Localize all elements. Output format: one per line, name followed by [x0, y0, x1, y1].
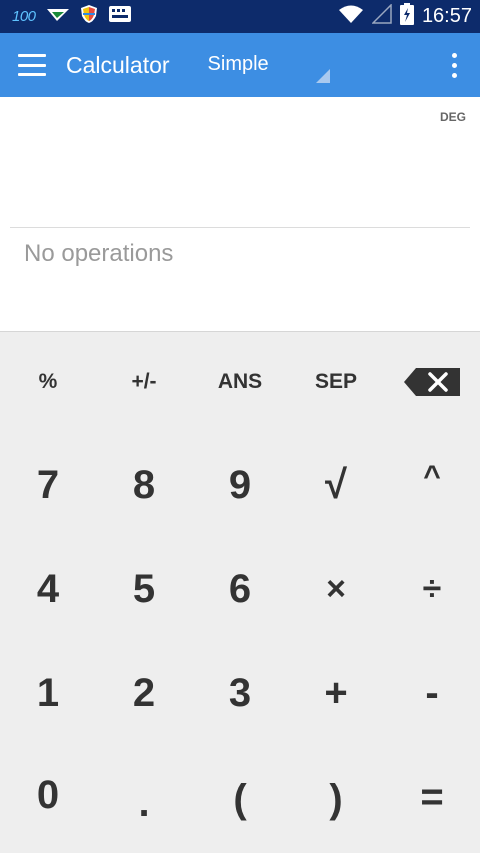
- app-bar: Calculator Simple: [0, 33, 480, 97]
- digit-1-key[interactable]: 1: [0, 658, 96, 728]
- angle-mode-indicator[interactable]: DEG: [440, 110, 466, 124]
- plus-key[interactable]: +: [288, 658, 384, 728]
- digit-4-key[interactable]: 4: [0, 554, 96, 624]
- plus-minus-key[interactable]: +/-: [96, 352, 192, 412]
- history-text: No operations: [24, 240, 174, 267]
- mode-dropdown[interactable]: Simple: [206, 43, 330, 87]
- signal-icon: [371, 3, 392, 29]
- multiply-key[interactable]: ×: [288, 554, 384, 624]
- wifi-icon: [338, 4, 364, 29]
- calculator-display: DEG No operations: [0, 97, 480, 332]
- ans-key[interactable]: ANS: [192, 352, 288, 412]
- decimal-point-key[interactable]: .: [96, 768, 192, 838]
- backspace-key[interactable]: [384, 352, 480, 412]
- status-time: 16:57: [421, 5, 472, 27]
- notification-count: 100: [12, 8, 36, 25]
- sep-key[interactable]: SEP: [288, 352, 384, 412]
- minus-key[interactable]: -: [384, 658, 480, 728]
- send-icon: [46, 6, 70, 27]
- percent-key[interactable]: %: [0, 352, 96, 412]
- mode-label: Simple: [207, 53, 269, 75]
- close-paren-key[interactable]: ): [288, 764, 384, 834]
- digit-6-key[interactable]: 6: [192, 554, 288, 624]
- backspace-icon: [404, 368, 460, 396]
- digit-9-key[interactable]: 9: [192, 450, 288, 520]
- divide-key[interactable]: ÷: [384, 554, 480, 624]
- digit-2-key[interactable]: 2: [96, 658, 192, 728]
- digit-5-key[interactable]: 5: [96, 554, 192, 624]
- power-key[interactable]: ^: [384, 442, 480, 512]
- digit-3-key[interactable]: 3: [192, 658, 288, 728]
- open-paren-key[interactable]: (: [192, 764, 288, 834]
- menu-icon[interactable]: [18, 54, 46, 76]
- equals-key[interactable]: =: [384, 762, 480, 832]
- keyboard-icon: [108, 5, 132, 28]
- display-divider: [10, 227, 470, 228]
- status-bar: 100 16:57: [0, 0, 480, 33]
- app-title: Calculator: [66, 51, 170, 78]
- digit-7-key[interactable]: 7: [0, 450, 96, 520]
- shield-icon: [80, 4, 98, 29]
- dropdown-triangle-icon: [315, 69, 330, 83]
- digit-0-key[interactable]: 0: [0, 760, 96, 830]
- sqrt-key[interactable]: √: [288, 450, 384, 520]
- battery-charging-icon: [399, 3, 414, 30]
- keypad: % +/- ANS SEP 7 8 9 √ ^ 4 5 6 × ÷ 1 2 3 …: [0, 332, 480, 853]
- digit-8-key[interactable]: 8: [96, 450, 192, 520]
- overflow-menu-icon[interactable]: [442, 52, 466, 78]
